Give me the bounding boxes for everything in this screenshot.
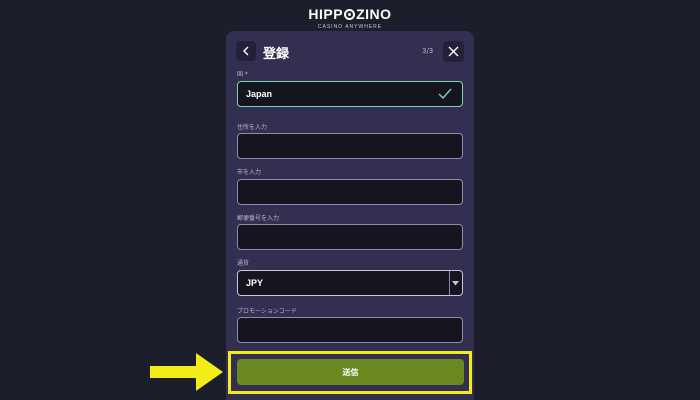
logo-text-left: HIPP	[308, 6, 344, 22]
logo-tagline: CASINO ANYWHERE	[317, 24, 383, 30]
currency-select[interactable]: JPY	[237, 270, 463, 296]
brand-logo: HIPP ZINO CASINO ANYWHERE	[0, 4, 700, 30]
currency-label: 通貨	[237, 260, 250, 267]
city-input[interactable]	[237, 179, 463, 205]
check-icon	[438, 88, 452, 100]
arrow-right-icon	[150, 353, 223, 391]
caret-down-icon	[452, 281, 459, 286]
logo-text-right: ZINO	[356, 6, 392, 22]
select-divider	[449, 271, 450, 295]
country-value: Japan	[246, 89, 273, 99]
registration-panel: 登録 3/3 国 * Japan 住所を入力 市を入力 郵便番号を入力 通貨 J…	[226, 31, 474, 400]
close-icon	[448, 46, 459, 57]
country-label: 国 *	[237, 71, 248, 78]
address-input[interactable]	[237, 133, 463, 159]
back-button[interactable]	[236, 41, 256, 61]
currency-value: JPY	[246, 278, 264, 288]
postal-code-input[interactable]	[237, 224, 463, 250]
step-indicator: 3/3	[422, 47, 434, 55]
postal-label: 郵便番号を入力	[237, 215, 280, 222]
logo-wordmark: HIPP ZINO	[308, 7, 391, 21]
city-label: 市を入力	[237, 169, 262, 176]
close-button[interactable]	[443, 41, 464, 62]
submit-button[interactable]: 送信	[237, 359, 464, 385]
promo-label: プロモーションコード	[237, 308, 297, 315]
page-title: 登録	[263, 47, 290, 62]
submit-label: 送信	[342, 367, 359, 377]
country-field[interactable]: Japan	[237, 81, 463, 107]
address-label: 住所を入力	[237, 124, 268, 131]
promo-code-input[interactable]	[237, 317, 463, 343]
logo-circle-icon	[344, 8, 356, 20]
chevron-left-icon	[243, 46, 249, 56]
panel-header: 登録 3/3	[226, 31, 474, 71]
